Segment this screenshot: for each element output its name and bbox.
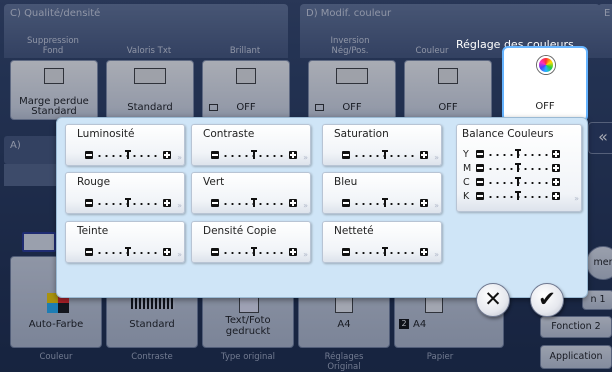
- bleu-label: Bleu: [334, 176, 358, 188]
- plus-icon: [552, 178, 560, 186]
- plus-icon: [289, 248, 297, 256]
- densite-copie-label: Densité Copie: [203, 225, 277, 237]
- minus-icon: [85, 151, 93, 159]
- more-arrow-icon: »: [434, 201, 439, 210]
- luminosite-slider[interactable]: [85, 150, 171, 161]
- saturation-label: Saturation: [334, 128, 389, 140]
- check-icon: ✔: [538, 287, 556, 311]
- color-settings-modal: Luminosité » Contraste » Saturation » Ro…: [56, 117, 588, 298]
- minus-icon: [211, 151, 219, 159]
- balance-row-c: C: [463, 177, 573, 189]
- more-arrow-icon: »: [177, 250, 182, 259]
- teinte-label: Teinte: [77, 225, 109, 237]
- more-arrow-icon: »: [303, 153, 308, 162]
- nettete-slider[interactable]: [342, 247, 428, 258]
- cancel-button[interactable]: ✕: [476, 283, 510, 317]
- plus-icon: [552, 150, 560, 158]
- minus-icon: [476, 178, 484, 186]
- minus-icon: [476, 164, 484, 172]
- minus-icon: [342, 248, 350, 256]
- vert-control[interactable]: Vert »: [191, 172, 311, 214]
- slider-thumb: [515, 177, 521, 186]
- slider-thumb: [382, 198, 388, 207]
- teinte-slider[interactable]: [85, 247, 171, 258]
- minus-icon: [476, 192, 484, 200]
- slider-thumb: [382, 247, 388, 256]
- channel-c-label: C: [463, 177, 470, 188]
- slider-thumb: [251, 247, 257, 256]
- balance-m-slider[interactable]: [476, 163, 560, 174]
- balance-couleurs-control[interactable]: Balance Couleurs Y M C K »: [456, 124, 582, 212]
- more-arrow-icon: »: [434, 153, 439, 162]
- color-adjust-button[interactable]: OFF: [502, 46, 588, 122]
- minus-icon: [342, 151, 350, 159]
- balance-c-slider[interactable]: [476, 177, 560, 188]
- more-arrow-icon: »: [574, 194, 579, 203]
- more-arrow-icon: »: [177, 153, 182, 162]
- plus-icon: [163, 199, 171, 207]
- saturation-slider[interactable]: [342, 150, 428, 161]
- more-arrow-icon: »: [434, 250, 439, 259]
- nettete-control[interactable]: Netteté »: [322, 221, 442, 263]
- minus-icon: [85, 199, 93, 207]
- more-arrow-icon: »: [303, 201, 308, 210]
- slider-thumb: [382, 150, 388, 159]
- slider-thumb: [515, 163, 521, 172]
- densite-copie-control[interactable]: Densité Copie »: [191, 221, 311, 263]
- slider-thumb: [515, 149, 521, 158]
- plus-icon: [552, 192, 560, 200]
- rouge-control[interactable]: Rouge »: [65, 172, 185, 214]
- channel-m-label: M: [463, 163, 472, 174]
- more-arrow-icon: »: [303, 250, 308, 259]
- close-icon: ✕: [484, 287, 502, 311]
- minus-icon: [211, 248, 219, 256]
- slider-thumb: [125, 150, 131, 159]
- minus-icon: [85, 248, 93, 256]
- balance-row-m: M: [463, 163, 573, 175]
- channel-k-label: K: [463, 191, 470, 202]
- densite-copie-slider[interactable]: [211, 247, 297, 258]
- plus-icon: [552, 164, 560, 172]
- plus-icon: [289, 151, 297, 159]
- slider-thumb: [251, 150, 257, 159]
- ok-button[interactable]: ✔: [530, 283, 564, 317]
- slider-thumb: [251, 198, 257, 207]
- luminosite-control[interactable]: Luminosité »: [65, 124, 185, 166]
- color-adjust-value: OFF: [535, 101, 555, 112]
- rouge-label: Rouge: [77, 176, 111, 188]
- slider-thumb: [515, 191, 521, 200]
- balance-couleurs-label: Balance Couleurs: [462, 128, 554, 140]
- contraste-slider[interactable]: [211, 150, 297, 161]
- vert-slider[interactable]: [211, 198, 297, 209]
- vert-label: Vert: [203, 176, 225, 188]
- plus-icon: [420, 248, 428, 256]
- minus-icon: [342, 199, 350, 207]
- bleu-slider[interactable]: [342, 198, 428, 209]
- luminosite-label: Luminosité: [77, 128, 135, 140]
- contraste-label: Contraste: [203, 128, 255, 140]
- bleu-control[interactable]: Bleu »: [322, 172, 442, 214]
- balance-row-k: K: [463, 191, 573, 203]
- minus-icon: [211, 199, 219, 207]
- contraste-control[interactable]: Contraste »: [191, 124, 311, 166]
- more-arrow-icon: »: [177, 201, 182, 210]
- saturation-control[interactable]: Saturation »: [322, 124, 442, 166]
- channel-y-label: Y: [463, 149, 469, 160]
- color-wheel-icon: [537, 56, 555, 74]
- balance-k-slider[interactable]: [476, 191, 560, 202]
- nettete-label: Netteté: [334, 225, 374, 237]
- plus-icon: [420, 151, 428, 159]
- minus-icon: [476, 150, 484, 158]
- slider-thumb: [125, 198, 131, 207]
- balance-row-y: Y: [463, 149, 573, 161]
- plus-icon: [289, 199, 297, 207]
- balance-y-slider[interactable]: [476, 149, 560, 160]
- slider-thumb: [125, 247, 131, 256]
- plus-icon: [420, 199, 428, 207]
- plus-icon: [163, 248, 171, 256]
- plus-icon: [163, 151, 171, 159]
- rouge-slider[interactable]: [85, 198, 171, 209]
- teinte-control[interactable]: Teinte »: [65, 221, 185, 263]
